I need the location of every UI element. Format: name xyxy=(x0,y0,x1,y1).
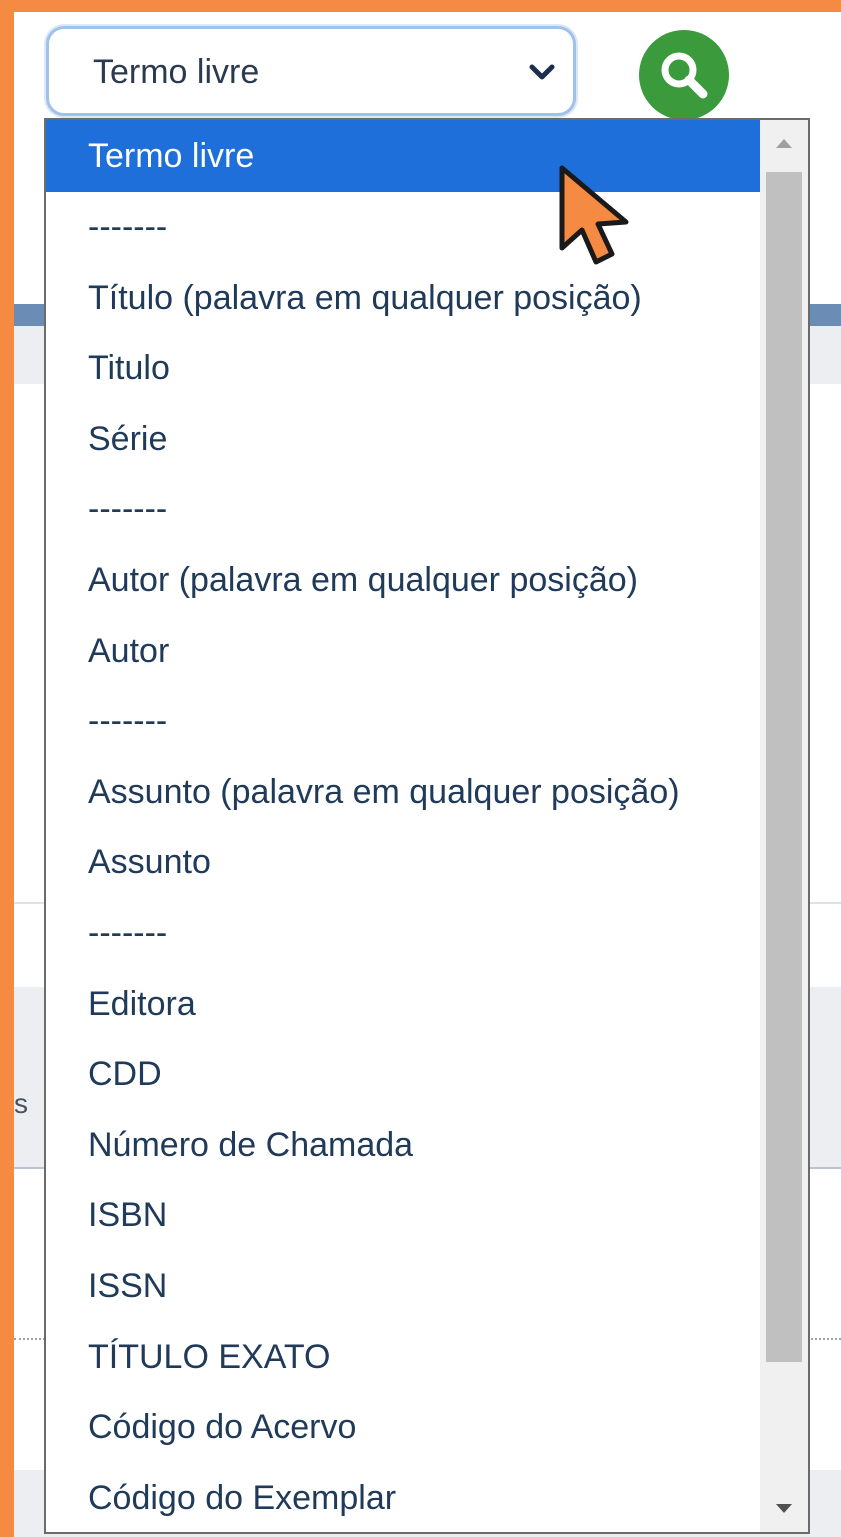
dropdown-option[interactable]: Titulo xyxy=(46,333,760,404)
dropdown-separator: ------- xyxy=(88,208,168,246)
dropdown-option[interactable]: Assunto (palavra em qualquer posição) xyxy=(46,757,760,828)
dropdown-option[interactable]: Código do Acervo xyxy=(46,1392,760,1463)
mouse-pointer-icon xyxy=(559,165,629,265)
page-background: s Termo livre Termo livre ------- Título (… xyxy=(14,12,841,1537)
chevron-down-icon xyxy=(527,57,557,87)
arrow-down-icon[interactable] xyxy=(760,1486,808,1532)
dropdown-option[interactable]: CDD xyxy=(46,1039,760,1110)
dropdown-option[interactable]: Termo livre xyxy=(46,120,760,192)
dropdown-option[interactable]: TÍTULO EXATO xyxy=(46,1322,760,1393)
dropdown-option[interactable]: ISBN xyxy=(46,1180,760,1251)
select-value: Termo livre xyxy=(93,53,260,91)
dropdown-option[interactable]: Editora xyxy=(46,969,760,1040)
search-field-select[interactable]: Termo livre xyxy=(46,26,576,116)
arrow-up-icon[interactable] xyxy=(760,120,808,166)
dropdown-option[interactable]: Série xyxy=(46,404,760,475)
dropdown-option[interactable]: Assunto xyxy=(46,827,760,898)
background-text-fragment: s xyxy=(14,1088,28,1119)
dropdown-option[interactable]: Número de Chamada xyxy=(46,1110,760,1181)
dropdown-option[interactable]: Autor xyxy=(46,616,760,687)
scrollbar-thumb[interactable] xyxy=(766,172,802,1362)
scrollbar[interactable] xyxy=(760,120,808,1532)
dropdown-option[interactable]: Título (palavra em qualquer posição) xyxy=(46,263,760,334)
dropdown-separator: ------- xyxy=(88,702,168,741)
search-icon xyxy=(661,52,708,99)
dropdown-separator: ------- xyxy=(88,490,168,529)
dropdown-option[interactable]: ISSN xyxy=(46,1251,760,1322)
dropdown-option[interactable]: Autor (palavra em qualquer posição) xyxy=(46,545,760,616)
search-button[interactable] xyxy=(639,30,729,120)
dropdown-options: Termo livre ------- Título (palavra em qua… xyxy=(46,120,760,1532)
dropdown-separator: ------- xyxy=(88,913,168,952)
dropdown-option[interactable]: Código do Exemplar xyxy=(46,1463,760,1532)
select-dropdown-list[interactable]: Termo livre ------- Título (palavra em qua… xyxy=(44,118,810,1534)
